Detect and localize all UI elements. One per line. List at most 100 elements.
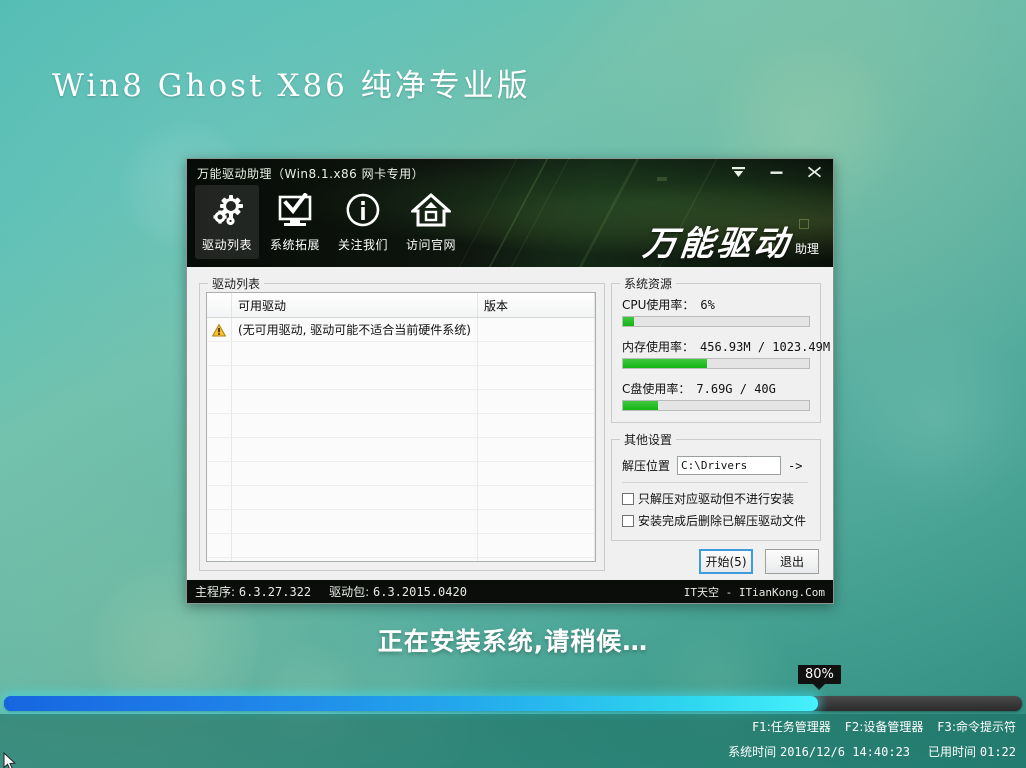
- close-icon[interactable]: [803, 162, 825, 182]
- resource-progress-fill: [623, 401, 658, 410]
- tab-visit-website[interactable]: 访问官网: [399, 185, 463, 259]
- row-driver-version: [478, 390, 595, 414]
- minimize-icon[interactable]: [765, 162, 787, 182]
- table-row[interactable]: [207, 438, 595, 462]
- table-row[interactable]: [207, 390, 595, 414]
- resource-name: CPU使用率：: [622, 298, 694, 312]
- system-resources-title: 系统资源: [620, 275, 676, 292]
- column-header-version[interactable]: 版本: [478, 293, 595, 318]
- row-driver-name: [232, 366, 478, 390]
- bokeh-circle: [840, 320, 1026, 510]
- tab-system-extension[interactable]: 系统拓展: [263, 185, 327, 259]
- main-program-value: 6.3.27.322: [239, 585, 311, 599]
- table-row[interactable]: [207, 342, 595, 366]
- window-header: 万能驱动助理（Win8.1.x86 网卡专用）: [187, 159, 833, 267]
- mouse-cursor: [3, 752, 17, 768]
- progress-percent-tooltip: 80%: [798, 665, 841, 684]
- row-driver-name: [232, 342, 478, 366]
- table-header-row: 可用驱动 版本: [207, 293, 595, 318]
- resource-row: C盘使用率： 7.69G / 40G: [622, 380, 810, 411]
- table-header: 可用驱动 版本: [207, 293, 595, 318]
- row-driver-version: [478, 510, 595, 534]
- driver-pack-label: 驱动包:: [329, 585, 369, 599]
- extract-path-label: 解压位置: [622, 457, 670, 474]
- table-row[interactable]: (无可用驱动, 驱动可能不适合当前硬件系统): [207, 318, 595, 342]
- row-warning-icon: [207, 534, 232, 558]
- browse-path-button[interactable]: ->: [788, 459, 802, 473]
- table-row[interactable]: [207, 534, 595, 558]
- resource-label: 内存使用率：456.93M / 1023.49M: [622, 338, 810, 355]
- driver-assistant-window: 万能驱动助理（Win8.1.x86 网卡专用）: [186, 158, 834, 604]
- home-icon: [411, 190, 451, 234]
- checkbox-box[interactable]: [622, 515, 634, 527]
- install-progress-bar: [4, 696, 1022, 711]
- checkbox-extract-only[interactable]: 只解压对应驱动但不进行安装: [622, 490, 794, 507]
- info-circle-icon: [343, 190, 383, 234]
- table-row[interactable]: [207, 366, 595, 390]
- table-row[interactable]: [207, 486, 595, 510]
- extract-path-input[interactable]: [677, 456, 781, 475]
- monitor-check-icon: [275, 190, 315, 234]
- hotkey-hint: F2:设备管理器: [845, 718, 924, 735]
- resource-label: C盘使用率： 7.69G / 40G: [622, 380, 810, 397]
- hotkey-hint: F1:任务管理器: [752, 718, 831, 735]
- resource-progress-bar: [622, 358, 810, 369]
- table-row[interactable]: [207, 510, 595, 534]
- table-row[interactable]: [207, 558, 595, 563]
- installing-status-text: 正在安装系统,请稍候…: [0, 622, 1026, 658]
- main-program-label: 主程序:: [195, 585, 235, 599]
- resource-row: CPU使用率：6%: [622, 296, 810, 327]
- column-header-driver[interactable]: 可用驱动: [232, 293, 478, 318]
- decoration-streak: [562, 159, 655, 267]
- system-resources-group: 系统资源 CPU使用率：6%内存使用率：456.93M / 1023.49MC盘…: [611, 283, 821, 423]
- row-driver-version: [478, 366, 595, 390]
- row-warning-icon: [207, 438, 232, 462]
- other-settings-group: 其他设置 解压位置 -> 只解压对应驱动但不进行安装 安装完成后删除已解压驱动文…: [611, 439, 821, 541]
- resource-name: 内存使用率：: [622, 340, 694, 354]
- brand-sub-text: 助理: [795, 240, 819, 261]
- system-time-value: 2016/12/6 14:40:23: [780, 745, 910, 759]
- hotkey-hints: F1:任务管理器F2:设备管理器F3:命令提示符: [752, 718, 1016, 735]
- checkbox-box[interactable]: [622, 493, 634, 505]
- resource-label: CPU使用率：6%: [622, 296, 810, 313]
- driver-pack-value: 6.3.2015.0420: [373, 585, 467, 599]
- collapse-icon[interactable]: [727, 162, 749, 182]
- resource-row: 内存使用率：456.93M / 1023.49M: [622, 338, 810, 369]
- tab-label: 访问官网: [406, 236, 456, 253]
- resource-progress-fill: [623, 317, 634, 326]
- row-driver-version: [478, 438, 595, 462]
- checkbox-label: 只解压对应驱动但不进行安装: [638, 490, 794, 507]
- elapsed-time-value: 01:22: [980, 745, 1016, 759]
- tab-driver-list[interactable]: 驱动列表: [195, 185, 259, 259]
- decoration-dot: [657, 177, 667, 181]
- resource-name: C盘使用率：: [622, 382, 690, 396]
- row-driver-name: [232, 510, 478, 534]
- tab-label: 系统拓展: [270, 236, 320, 253]
- exit-button[interactable]: 退出: [765, 549, 819, 574]
- resource-progress-bar: [622, 400, 810, 411]
- checkbox-delete-after-install[interactable]: 安装完成后删除已解压驱动文件: [622, 512, 806, 529]
- desktop-screen: Win8 Ghost X86 纯净专业版 万能驱动助理（Win8.1.x86 网…: [0, 0, 1026, 768]
- table-body: (无可用驱动, 驱动可能不适合当前硬件系统): [207, 318, 595, 563]
- row-driver-version: [478, 318, 595, 342]
- driver-list-table-container[interactable]: 可用驱动 版本 (无可用驱动, 驱动可能不适合当前硬件系统): [206, 292, 596, 562]
- resource-value: 456.93M / 1023.49M: [700, 340, 830, 354]
- column-header-icon[interactable]: [207, 293, 232, 318]
- row-driver-version: [478, 414, 595, 438]
- row-driver-name: [232, 462, 478, 486]
- resource-progress-fill: [623, 359, 707, 368]
- table-row[interactable]: [207, 414, 595, 438]
- row-warning-icon: [207, 390, 232, 414]
- system-time-label: 系统时间: [728, 745, 776, 759]
- row-warning-icon: [207, 510, 232, 534]
- tab-follow-us[interactable]: 关注我们: [331, 185, 395, 259]
- extract-path-row: 解压位置 ->: [622, 456, 802, 475]
- row-warning-icon: [207, 486, 232, 510]
- resource-value: 7.69G / 40G: [696, 382, 775, 396]
- table-row[interactable]: [207, 462, 595, 486]
- row-driver-name: (无可用驱动, 驱动可能不适合当前硬件系统): [232, 318, 478, 342]
- system-time: 系统时间 2016/12/6 14:40:23: [728, 743, 910, 760]
- main-program-version: 主程序: 6.3.27.322: [195, 583, 311, 600]
- start-button[interactable]: 开始(5): [699, 549, 753, 574]
- tab-label: 驱动列表: [202, 236, 252, 253]
